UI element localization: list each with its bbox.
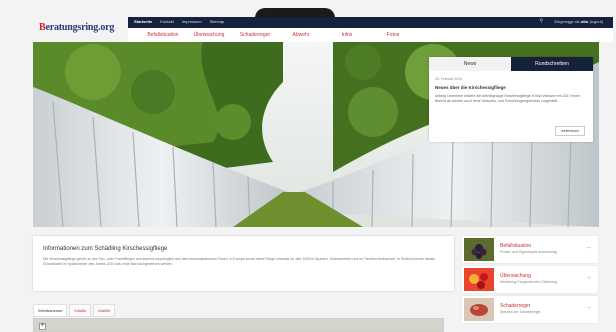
- tab-rundschreiben[interactable]: Rundschreiben: [511, 57, 593, 71]
- read-more-button[interactable]: weiterlesen: [555, 126, 585, 136]
- sidebar-item-title: Schaderreger: [500, 303, 531, 309]
- top-nav-kontakt[interactable]: Kontakt: [160, 19, 174, 24]
- grapes-thumbnail-icon: [464, 238, 494, 261]
- tab-marille[interactable]: Marille: [93, 304, 116, 317]
- info-box: Informationen zum Schädling Kirschessigf…: [33, 236, 454, 291]
- news-panel: News Rundschreiben 26. Februar 2018 Neue…: [429, 57, 593, 142]
- site-logo[interactable]: Beratungsring.org: [39, 22, 114, 33]
- sidebar-item-title: Befallsituation: [500, 243, 532, 249]
- top-nav: Startseite Kontakt Impressum Sitemap: [134, 19, 224, 24]
- sidebar-item-befallsituation[interactable]: Befallsituation Proben und Eigeninputs A…: [462, 236, 598, 263]
- login-prefix: Eingeloggt als: [554, 19, 580, 24]
- logo-text: eratungsring.org: [45, 22, 115, 33]
- sidebar-item-subtitle: Monitoring Fangmethoden Tablerung: [500, 280, 558, 284]
- search-icon[interactable]: ⚲: [539, 18, 543, 24]
- nav-befallsituation[interactable]: Befallsituation: [140, 32, 186, 38]
- news-headline[interactable]: Neues über die Kirschessigfliege: [435, 85, 593, 90]
- sidebar-item-title: Überwachung: [500, 273, 531, 279]
- arrow-right-icon: →: [585, 274, 592, 281]
- zoom-in-button[interactable]: +: [39, 323, 46, 330]
- nav-infos[interactable]: Infos: [324, 32, 370, 38]
- sidebar-item-subtitle: Proben und Eigeninputs Auswertung: [500, 250, 557, 254]
- tab-news[interactable]: News: [429, 57, 511, 71]
- map-tabs: Weinbauzone Inhalte Marille: [33, 304, 116, 317]
- sidebar-item-ueberwachung[interactable]: Überwachung Monitoring Fangmethoden Tabl…: [462, 266, 598, 293]
- main-nav: Befallsituation Überwachung Schaderreger…: [128, 28, 613, 42]
- logout-link[interactable]: (logout): [589, 19, 603, 24]
- top-nav-startseite[interactable]: Startseite: [134, 19, 152, 24]
- nav-ueberwachung[interactable]: Überwachung: [186, 32, 232, 38]
- sidebar-item-subtitle: Spezies der Schaderreger: [500, 310, 541, 314]
- nav-abwehr[interactable]: Abwehr: [278, 32, 324, 38]
- fruit-thumbnail-icon: [464, 298, 494, 321]
- info-text: Die Kirschessigfliege gehört zu den Tau-…: [43, 257, 436, 266]
- login-status[interactable]: Eingeloggt als otto (logout): [554, 19, 603, 24]
- news-tabs: News Rundschreiben: [429, 57, 593, 71]
- nav-schaderreger[interactable]: Schaderreger: [232, 32, 278, 38]
- top-nav-impressum[interactable]: Impressum: [182, 19, 202, 24]
- news-date: 26. Februar 2018: [435, 77, 462, 81]
- news-text: Anfang Dezember leistete die Arbeitsgrup…: [435, 94, 580, 103]
- arrow-right-icon: →: [585, 304, 592, 311]
- arrow-right-icon: →: [585, 244, 592, 251]
- top-nav-sitemap[interactable]: Sitemap: [210, 19, 225, 24]
- sidebar-item-schaderreger[interactable]: Schaderreger Spezies der Schaderreger →: [462, 296, 598, 323]
- tab-inhalte[interactable]: Inhalte: [69, 304, 92, 317]
- nav-fotos[interactable]: Fotos: [370, 32, 416, 38]
- login-user: otto: [580, 19, 589, 24]
- info-title: Informationen zum Schädling Kirschessigf…: [43, 246, 168, 252]
- map-area[interactable]: +: [33, 318, 444, 332]
- top-bar: Startseite Kontakt Impressum Sitemap ⚲ E…: [128, 17, 613, 28]
- berries-thumbnail-icon: [464, 268, 494, 291]
- tab-weinbauzone[interactable]: Weinbauzone: [33, 304, 68, 317]
